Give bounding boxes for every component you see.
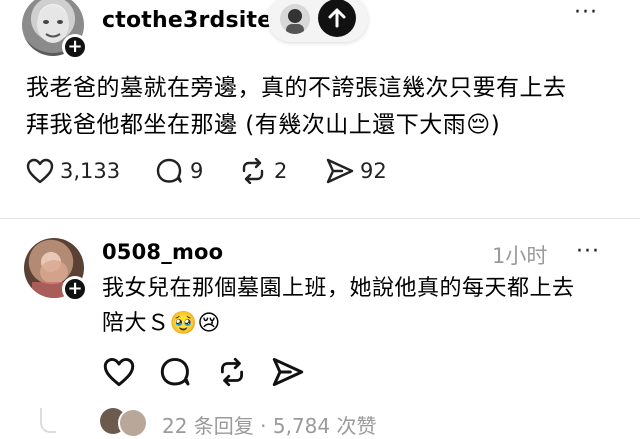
share-icon	[326, 158, 354, 184]
thread-connector-line	[40, 408, 56, 433]
reply-footer-text[interactable]: 22 条回复 · 5,784 次赞	[162, 410, 377, 439]
post-text-line2-end: )	[490, 112, 501, 138]
comment-button[interactable]: 9	[156, 158, 203, 184]
reply-username[interactable]: 0508_moo	[102, 240, 223, 264]
repost-icon	[242, 158, 264, 184]
like-count: 3,133	[60, 159, 121, 183]
follow-plus-icon[interactable]: +	[62, 34, 88, 60]
holding-back-tears-emoji: 🥹	[169, 311, 198, 336]
footer-avatar-2	[118, 408, 148, 438]
reply-follow-plus-icon[interactable]: +	[62, 276, 88, 302]
pensive-emoji: 😔	[466, 112, 491, 138]
post-body: 我老爸的墓就在旁邊，真的不誇張這幾次只要有上去 拜我爸他都坐在那邊 (有幾次山上…	[26, 70, 626, 144]
post-text-line2: 拜我爸他都坐在那邊 (有幾次山上還下大雨	[26, 112, 467, 138]
floating-avatar-graphic	[286, 9, 304, 34]
comment-count: 9	[190, 159, 204, 183]
post-text-line1: 我老爸的墓就在旁邊，真的不誇張這幾次只要有上去	[26, 75, 567, 101]
floating-top-pill[interactable]	[268, 0, 368, 42]
post-text-line2-wrap: 拜我爸他都坐在那邊 (有幾次山上還下大雨😔)	[26, 107, 626, 144]
repost-button[interactable]: 2	[238, 158, 287, 184]
reply-share-button[interactable]	[272, 357, 304, 391]
comment-icon	[160, 357, 190, 386]
reply-footer-avatars	[100, 408, 150, 438]
share-count: 92	[360, 159, 387, 183]
crying-face-emoji: 😢	[197, 311, 221, 336]
share-button[interactable]: 92	[326, 158, 387, 184]
reply-repost-button[interactable]	[216, 357, 248, 391]
reply-text-line2: 陪大Ｓ	[102, 311, 170, 336]
reply-time: 1小时	[492, 244, 548, 268]
post-username[interactable]: ctothe3rdsite	[102, 8, 272, 33]
heart-icon	[26, 158, 54, 184]
reply-comment-button[interactable]	[160, 357, 192, 391]
like-button[interactable]: 3,133	[26, 158, 120, 184]
floating-avatar	[280, 4, 310, 34]
comment-icon	[156, 158, 182, 183]
post-divider	[0, 218, 640, 219]
scroll-top-arrow-icon[interactable]	[318, 0, 356, 37]
reply-like-button[interactable]	[103, 357, 135, 391]
reply-text-line1: 我女兒在那個墓園上班，她說他真的每天都上去	[102, 276, 575, 301]
share-icon	[272, 357, 304, 387]
heart-icon	[103, 357, 135, 387]
reply-body: 我女兒在那個墓園上班，她說他真的每天都上去 陪大Ｓ🥹😢	[102, 271, 632, 341]
reply-text-line2-wrap: 陪大Ｓ🥹😢	[102, 306, 632, 341]
repost-icon	[221, 357, 243, 387]
post-more-icon[interactable]: ···	[574, 0, 598, 25]
reply-more-icon[interactable]: ···	[576, 239, 600, 264]
repost-count: 2	[274, 159, 288, 183]
